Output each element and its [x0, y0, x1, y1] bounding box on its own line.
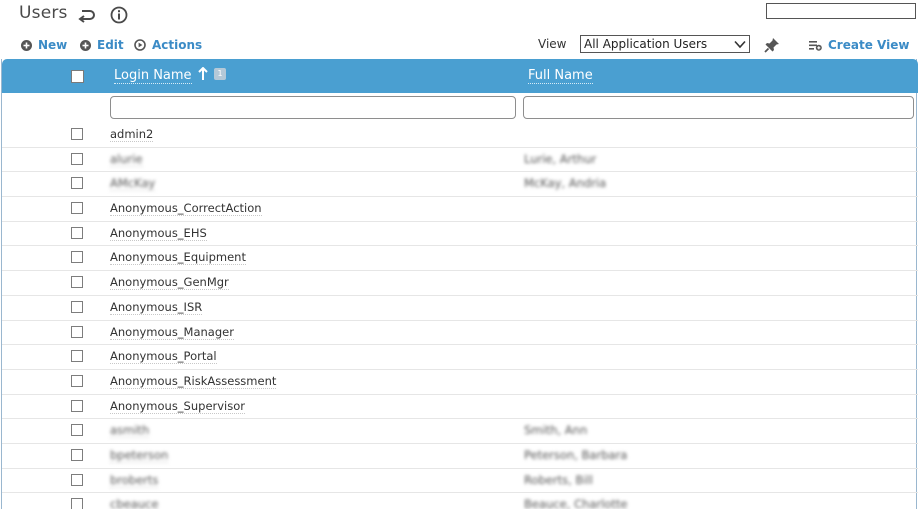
list-add-icon	[809, 40, 822, 51]
column-header-full-name[interactable]: Full Name	[528, 68, 593, 84]
login-name-cell[interactable]: admin2	[110, 128, 154, 142]
login-name-cell[interactable]: Anonymous_Equipment	[110, 251, 246, 266]
login-name-cell[interactable]: broberts	[110, 473, 159, 488]
login-name-cell[interactable]: Anonymous_EHS	[110, 226, 207, 241]
create-view-button[interactable]: Create View	[809, 37, 909, 53]
row-checkbox[interactable]	[71, 350, 83, 363]
table-row[interactable]: Anonymous_GenMgr	[2, 271, 918, 296]
users-grid: Login Name 1 Full Name admin2 alurie Lurie…	[1, 59, 918, 509]
table-row[interactable]: Anonymous_ISR	[2, 296, 918, 321]
row-checkbox[interactable]	[71, 473, 83, 486]
sort-ascending-icon	[198, 66, 208, 85]
table-row[interactable]: Anonymous_EHS	[2, 222, 918, 247]
new-button-label: New	[38, 38, 68, 52]
filter-row	[2, 93, 918, 123]
login-name-filter-input[interactable]	[110, 96, 516, 119]
login-name-cell[interactable]: Anonymous_CorrectAction	[110, 202, 262, 217]
login-name-cell[interactable]: Anonymous_Supervisor	[110, 399, 246, 414]
users-page: Users New Edit Actions View All Applicat…	[0, 0, 919, 509]
row-checkbox[interactable]	[71, 498, 83, 509]
create-view-label: Create View	[828, 38, 910, 52]
login-name-cell[interactable]: asmith	[110, 424, 150, 439]
undo-icon[interactable]	[77, 6, 95, 24]
table-row[interactable]: cbeauce Beauce, Charlotte	[2, 493, 918, 509]
table-row[interactable]: Anonymous_Portal	[2, 345, 918, 370]
plus-circle-icon	[80, 39, 91, 51]
login-name-cell[interactable]: cbeauce	[110, 498, 158, 509]
pin-icon[interactable]	[763, 36, 781, 58]
row-checkbox[interactable]	[71, 128, 83, 140]
login-name-cell[interactable]: Anonymous_RiskAssessment	[110, 374, 277, 389]
row-checkbox[interactable]	[71, 399, 83, 412]
full-name-cell: Lurie, Arthur	[524, 151, 597, 166]
grid-rows: admin2 alurie Lurie, Arthur AMcKay McKay, An…	[2, 123, 918, 509]
view-label: View	[538, 37, 567, 51]
view-select-value: All Application Users	[584, 37, 708, 51]
row-checkbox[interactable]	[71, 276, 83, 289]
full-name-cell: Beauce, Charlotte	[524, 497, 628, 509]
row-checkbox[interactable]	[71, 251, 83, 264]
table-row[interactable]: Anonymous_Manager	[2, 321, 918, 346]
full-name-filter-input[interactable]	[523, 96, 914, 119]
login-name-cell[interactable]: Anonymous_GenMgr	[110, 276, 229, 291]
table-row[interactable]: bpeterson Peterson, Barbara	[2, 444, 918, 469]
view-select[interactable]: All Application Users	[580, 35, 750, 53]
table-row[interactable]: broberts Roberts, Bill	[2, 469, 918, 494]
sort-order-badge: 1	[214, 68, 226, 80]
row-checkbox[interactable]	[71, 226, 83, 239]
table-row[interactable]: Anonymous_CorrectAction	[2, 197, 918, 222]
login-name-cell[interactable]: alurie	[110, 152, 143, 167]
full-name-cell: Peterson, Barbara	[524, 447, 628, 462]
page-title: Users	[19, 3, 68, 23]
chevron-down-icon	[734, 40, 746, 49]
login-name-cell[interactable]: AMcKay	[110, 177, 156, 192]
table-row[interactable]: AMcKay McKay, Andria	[2, 172, 918, 198]
full-name-cell: Smith, Ann	[524, 423, 588, 438]
login-name-cell[interactable]: Anonymous_Manager	[110, 325, 234, 340]
login-name-cell[interactable]: bpeterson	[110, 448, 169, 463]
edit-button[interactable]: Edit	[80, 37, 124, 53]
search-input[interactable]	[766, 3, 916, 19]
select-all-checkbox[interactable]	[71, 70, 84, 83]
grid-header: Login Name 1 Full Name	[2, 59, 918, 93]
play-circle-icon	[134, 39, 146, 51]
full-name-cell: McKay, Andria	[524, 176, 607, 191]
table-row[interactable]: Anonymous_Equipment	[2, 246, 918, 272]
login-name-cell[interactable]: Anonymous_ISR	[110, 300, 203, 315]
table-row[interactable]: admin2	[2, 123, 918, 148]
actions-button[interactable]: Actions	[134, 37, 202, 53]
table-row[interactable]: Anonymous_Supervisor	[2, 395, 918, 420]
login-name-cell[interactable]: Anonymous_Portal	[110, 350, 217, 365]
row-checkbox[interactable]	[71, 424, 83, 437]
row-checkbox[interactable]	[71, 448, 83, 461]
row-checkbox[interactable]	[71, 152, 83, 165]
row-checkbox[interactable]	[71, 325, 83, 338]
table-row[interactable]: asmith Smith, Ann	[2, 419, 918, 444]
row-checkbox[interactable]	[71, 300, 83, 313]
column-header-login-name[interactable]: Login Name	[114, 68, 192, 84]
actions-button-label: Actions	[152, 38, 203, 52]
row-checkbox[interactable]	[71, 374, 83, 387]
table-row[interactable]: alurie Lurie, Arthur	[2, 148, 918, 173]
table-row[interactable]: Anonymous_RiskAssessment	[2, 370, 918, 395]
full-name-cell: Roberts, Bill	[524, 472, 593, 487]
row-checkbox[interactable]	[71, 202, 83, 215]
info-icon[interactable]	[110, 6, 128, 24]
edit-button-label: Edit	[97, 38, 124, 52]
new-button[interactable]: New	[21, 37, 67, 53]
plus-circle-icon	[21, 39, 32, 51]
row-checkbox[interactable]	[71, 177, 83, 190]
